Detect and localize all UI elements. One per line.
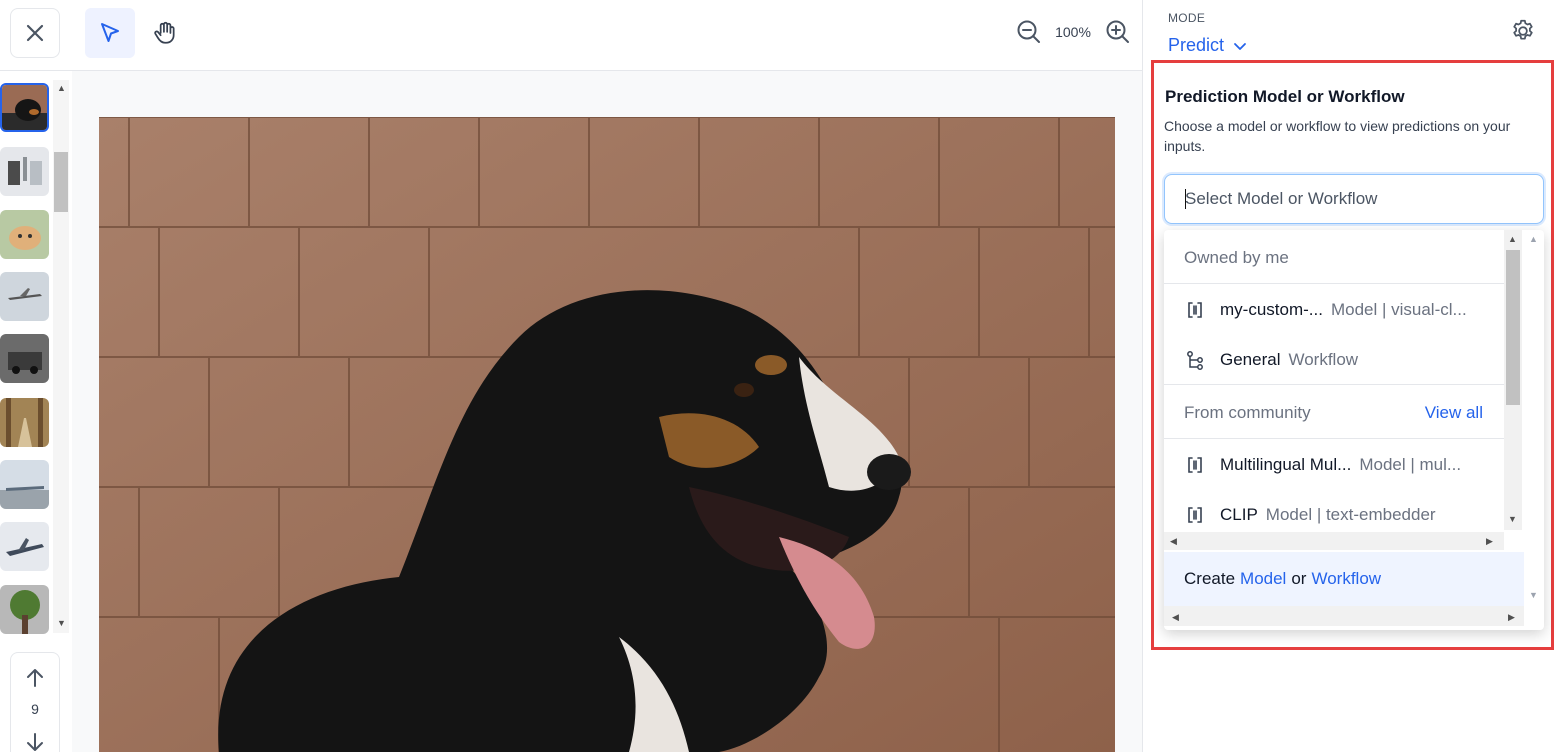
panel-horizontal-scrollbar[interactable] bbox=[1164, 606, 1524, 626]
thumbnail-dog[interactable] bbox=[0, 83, 49, 132]
text-cursor bbox=[1185, 189, 1186, 209]
chevron-down-icon bbox=[1234, 42, 1246, 50]
item-type: Model | visual-cl... bbox=[1330, 300, 1467, 319]
model-search-input[interactable] bbox=[1164, 174, 1544, 224]
scroll-right-arrow-icon[interactable]: ▶ bbox=[1508, 612, 1515, 623]
scroll-down-arrow-icon[interactable]: ▼ bbox=[1508, 514, 1517, 524]
item-type: Model | text-embedder bbox=[1265, 505, 1436, 524]
item-name: my-custom-... bbox=[1220, 300, 1323, 319]
zoom-in-icon bbox=[1106, 20, 1129, 43]
item-type: Model | mul... bbox=[1359, 455, 1462, 474]
thumbnail-jet-fighter[interactable] bbox=[0, 522, 49, 571]
divider bbox=[1164, 283, 1504, 284]
list-item-general-workflow[interactable]: General Workflow bbox=[1164, 337, 1504, 383]
scroll-left-arrow-icon[interactable]: ◀ bbox=[1170, 536, 1177, 547]
thumbnail-bottle[interactable] bbox=[0, 147, 49, 196]
scroll-right-arrow-icon[interactable]: ▶ bbox=[1486, 536, 1493, 547]
thumbnail-forest-road[interactable] bbox=[0, 398, 49, 447]
close-button[interactable] bbox=[10, 8, 60, 58]
create-prefix: Create bbox=[1184, 569, 1236, 588]
divider bbox=[1164, 384, 1504, 385]
scroll-up-arrow-icon[interactable]: ▲ bbox=[1508, 234, 1517, 244]
model-icon bbox=[1184, 504, 1206, 526]
list-item-clip-model[interactable]: CLIP Model | text-embedder bbox=[1164, 492, 1504, 530]
thumbnail-car-street[interactable] bbox=[0, 334, 49, 383]
mode-selector[interactable]: Predict bbox=[1168, 35, 1248, 56]
item-type: Workflow bbox=[1288, 350, 1359, 369]
model-dropdown-list: Owned by me my-custom-... Model | visual… bbox=[1164, 230, 1504, 530]
mode-value: Predict bbox=[1168, 35, 1225, 55]
list-item-multilingual-model[interactable]: Multilingual Mul... Model | mul... bbox=[1164, 442, 1504, 488]
close-icon bbox=[26, 24, 44, 42]
dropdown-scrollbar-thumb[interactable] bbox=[1506, 250, 1520, 405]
zoom-out-button[interactable] bbox=[1016, 19, 1042, 50]
panel-title: Prediction Model or Workflow bbox=[1165, 87, 1405, 106]
panel-description: Choose a model or workflow to view predi… bbox=[1164, 118, 1511, 154]
section-community-label: From community bbox=[1184, 403, 1311, 422]
thumbnail-airplanes-runway[interactable] bbox=[0, 460, 49, 509]
select-tool-button[interactable] bbox=[85, 8, 135, 58]
list-item-my-custom-model[interactable]: my-custom-... Model | visual-cl... bbox=[1164, 287, 1504, 333]
mode-label: MODE bbox=[1168, 11, 1206, 25]
app-root: 100% ▲ ▼ 9 MODE Predict Prediction Model… bbox=[0, 0, 1556, 752]
thumbnail-scrollbar-thumb[interactable] bbox=[54, 152, 68, 212]
workflow-icon bbox=[1184, 349, 1206, 371]
section-owned-label: Owned by me bbox=[1184, 248, 1289, 267]
scroll-down-arrow-icon[interactable]: ▼ bbox=[1529, 590, 1538, 600]
arrow-down-icon[interactable] bbox=[24, 731, 46, 752]
scroll-left-arrow-icon[interactable]: ◀ bbox=[1172, 612, 1179, 623]
view-all-link[interactable]: View all bbox=[1425, 403, 1483, 423]
item-name: General bbox=[1220, 350, 1281, 369]
zoom-in-button[interactable] bbox=[1105, 19, 1131, 50]
item-name: Multilingual Mul... bbox=[1220, 455, 1352, 474]
input-index: 9 bbox=[31, 701, 39, 717]
pointer-arrow-icon bbox=[101, 23, 119, 42]
hand-icon bbox=[154, 21, 175, 44]
arrow-up-icon[interactable] bbox=[24, 667, 46, 689]
create-model-link[interactable]: Model bbox=[1240, 569, 1286, 589]
create-workflow-link[interactable]: Workflow bbox=[1311, 569, 1381, 589]
settings-button[interactable] bbox=[1510, 18, 1536, 49]
scroll-down-arrow-icon[interactable]: ▼ bbox=[57, 618, 66, 628]
gear-icon bbox=[1513, 19, 1533, 40]
thumbnail-cat[interactable] bbox=[0, 210, 49, 259]
thumbnail-strip bbox=[0, 80, 52, 635]
divider bbox=[1164, 438, 1504, 439]
scroll-up-arrow-icon[interactable]: ▲ bbox=[57, 83, 66, 93]
pan-tool-button[interactable] bbox=[140, 8, 190, 58]
create-or: or bbox=[1291, 569, 1307, 588]
scroll-up-arrow-icon[interactable]: ▲ bbox=[1529, 234, 1538, 244]
model-dropdown: Owned by me my-custom-... Model | visual… bbox=[1164, 230, 1544, 630]
create-model-or-workflow: Create Model or Workflow bbox=[1164, 552, 1524, 606]
thumbnail-tree[interactable] bbox=[0, 585, 49, 634]
panel-divider bbox=[1142, 0, 1143, 752]
dropdown-horizontal-scrollbar[interactable] bbox=[1164, 532, 1504, 550]
zoom-out-icon bbox=[1017, 20, 1040, 43]
input-navigator: 9 bbox=[10, 652, 60, 752]
model-icon bbox=[1184, 299, 1206, 321]
thumbnail-airplane[interactable] bbox=[0, 272, 49, 321]
model-icon bbox=[1184, 454, 1206, 476]
item-name: CLIP bbox=[1220, 505, 1258, 524]
zoom-level: 100% bbox=[1055, 24, 1091, 40]
input-image bbox=[99, 117, 1115, 752]
